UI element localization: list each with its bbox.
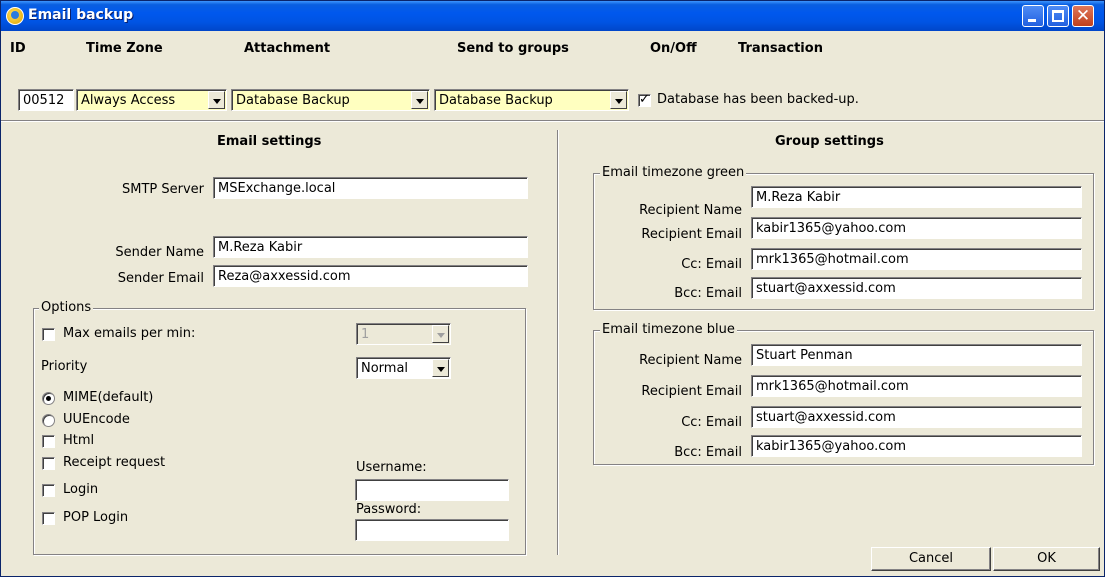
attachment-select[interactable]: Database Backup [231, 89, 430, 111]
password-input[interactable] [355, 519, 509, 541]
group-blue-recipient-email-label: Recipient Email [641, 384, 742, 399]
checkmark-icon: ✓ [639, 92, 650, 107]
email-backup-window: Email backup ✕ ID Time Zone Attachment S… [0, 0, 1105, 577]
group-green-bcc-input[interactable]: stuart@axxessid.com [751, 277, 1082, 299]
id-field[interactable]: 00512 [18, 89, 74, 111]
send-to-groups-value: Database Backup [439, 93, 553, 108]
ok-button[interactable]: OK [993, 547, 1100, 571]
username-label: Username: [356, 460, 427, 475]
pop-login-label: POP Login [63, 510, 129, 525]
email-settings-title: Email settings [217, 134, 322, 149]
app-globe-icon [6, 7, 24, 25]
max-emails-select[interactable]: 1 [356, 323, 451, 345]
column-header-transaction: Transaction [738, 41, 823, 56]
header-divider [1, 120, 1104, 122]
close-button[interactable]: ✕ [1072, 5, 1094, 27]
password-label: Password: [356, 502, 422, 517]
receipt-request-label: Receipt request [63, 455, 166, 470]
transaction-text: Database has been backed-up. [657, 92, 859, 107]
minimize-icon [1028, 19, 1036, 22]
max-emails-value: 1 [361, 327, 370, 342]
smtp-server-label: SMTP Server [121, 182, 204, 197]
section-divider [557, 130, 559, 555]
html-label: Html [63, 433, 95, 448]
chevron-down-icon[interactable] [610, 91, 627, 109]
column-header-on-off: On/Off [650, 41, 697, 56]
group-green-legend: Email timezone green [600, 165, 747, 180]
group-green-cc-input[interactable]: mrk1365@hotmail.com [751, 248, 1082, 270]
on-off-checkbox[interactable]: ✓ [638, 92, 651, 107]
send-to-groups-select[interactable]: Database Backup [434, 89, 629, 111]
priority-value: Normal [361, 361, 409, 376]
time-zone-select[interactable]: Always Access [76, 89, 227, 111]
cancel-button[interactable]: Cancel [871, 547, 991, 571]
group-green-cc-label: Cc: Email [681, 257, 742, 272]
group-green-bcc-label: Bcc: Email [674, 286, 742, 301]
group-blue-cc-label: Cc: Email [681, 415, 742, 430]
chevron-down-icon[interactable] [432, 325, 449, 343]
chevron-down-icon[interactable] [208, 91, 225, 109]
priority-label: Priority [41, 359, 88, 374]
max-emails-label: Max emails per min: [63, 326, 196, 341]
chevron-down-icon[interactable] [432, 359, 449, 377]
group-blue-recipient-name-input[interactable]: Stuart Penman [751, 344, 1082, 366]
column-header-attachment: Attachment [244, 41, 331, 56]
uuencode-radio[interactable] [42, 414, 55, 427]
max-emails-checkbox[interactable] [42, 328, 55, 341]
group-blue-legend: Email timezone blue [600, 322, 737, 337]
pop-login-checkbox[interactable] [42, 512, 55, 525]
receipt-request-checkbox[interactable] [42, 457, 55, 470]
html-checkbox[interactable] [42, 435, 55, 448]
group-green-recipient-email-input[interactable]: kabir1365@yahoo.com [751, 217, 1082, 239]
group-green-recipient-name-input[interactable]: M.Reza Kabir [751, 186, 1082, 208]
close-icon: ✕ [1075, 6, 1091, 26]
mime-label: MIME(default) [63, 390, 154, 405]
group-blue-cc-input[interactable]: stuart@axxessid.com [751, 406, 1082, 428]
group-settings-title: Group settings [775, 134, 884, 149]
sender-email-input[interactable]: Reza@axxessid.com [213, 265, 528, 287]
column-header-send-to-groups: Send to groups [457, 41, 569, 56]
group-green-recipient-name-label: Recipient Name [639, 203, 742, 218]
priority-select[interactable]: Normal [356, 357, 451, 379]
options-legend: Options [39, 300, 94, 315]
login-label: Login [63, 482, 99, 497]
group-blue-recipient-name-label: Recipient Name [639, 353, 742, 368]
smtp-server-input[interactable]: MSExchange.local [213, 177, 528, 199]
window-title: Email backup [28, 7, 134, 23]
group-blue-recipient-email-input[interactable]: mrk1365@hotmail.com [751, 375, 1082, 397]
uuencode-label: UUEncode [63, 412, 130, 427]
sender-email-label: Sender Email [117, 271, 204, 286]
group-blue-bcc-input[interactable]: kabir1365@yahoo.com [751, 435, 1082, 457]
username-input[interactable] [355, 479, 509, 501]
mime-radio[interactable] [42, 392, 55, 405]
login-checkbox[interactable] [42, 484, 55, 497]
time-zone-value: Always Access [81, 93, 176, 108]
title-bar[interactable]: Email backup ✕ [1, 1, 1104, 31]
group-green-recipient-email-label: Recipient Email [641, 227, 742, 242]
group-blue-bcc-label: Bcc: Email [674, 445, 742, 460]
column-header-id: ID [10, 41, 26, 56]
sender-name-label: Sender Name [115, 245, 204, 260]
column-header-time-zone: Time Zone [86, 41, 163, 56]
radio-selected-dot [46, 396, 51, 401]
attachment-value: Database Backup [236, 93, 350, 108]
chevron-down-icon[interactable] [411, 91, 428, 109]
maximize-button[interactable] [1047, 5, 1069, 27]
minimize-button[interactable] [1022, 5, 1044, 27]
sender-name-input[interactable]: M.Reza Kabir [213, 236, 528, 258]
maximize-icon [1052, 10, 1064, 22]
